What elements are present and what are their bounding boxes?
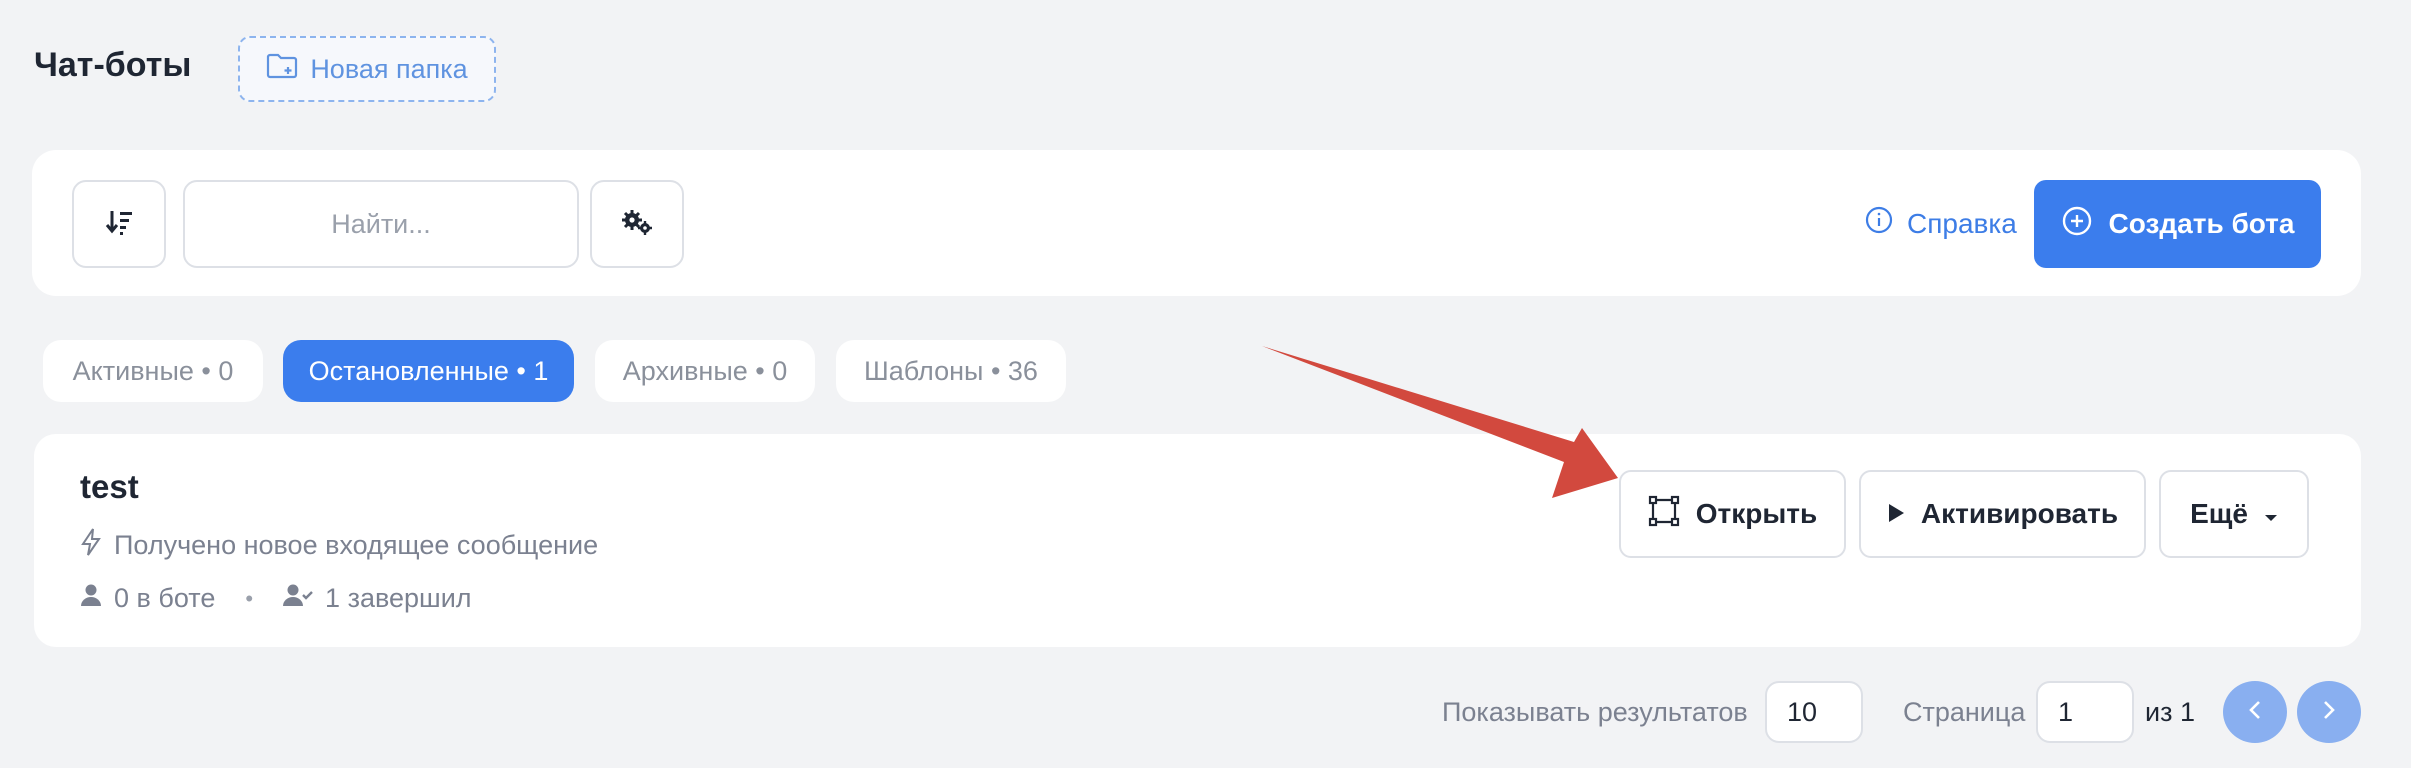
folder-plus-icon — [266, 52, 298, 87]
bot-stats: 0 в боте • 1 завершил — [80, 583, 472, 614]
tab-active[interactable]: Активные • 0 — [43, 340, 263, 402]
prev-page-button[interactable] — [2223, 681, 2287, 743]
help-label: Справка — [1907, 207, 2017, 239]
page-input[interactable] — [2036, 681, 2134, 743]
new-folder-button[interactable]: Новая папка — [238, 36, 496, 102]
create-bot-label: Создать бота — [2108, 208, 2295, 239]
page-count: из 1 — [2145, 697, 2195, 727]
finished-count: 1 завершил — [325, 583, 472, 613]
chevron-left-icon — [2248, 699, 2262, 726]
expand-frame-icon — [1648, 495, 1680, 534]
info-icon — [1865, 206, 1893, 241]
more-label: Ещё — [2190, 498, 2248, 529]
page-label: Страница — [1903, 697, 2026, 727]
results-per-page-input[interactable] — [1765, 681, 1863, 743]
chevron-right-icon — [2322, 699, 2336, 726]
tab-templates[interactable]: Шаблоны • 36 — [836, 340, 1066, 402]
search-input[interactable] — [183, 180, 579, 268]
next-page-button[interactable] — [2297, 681, 2361, 743]
user-icon — [80, 583, 102, 614]
activate-label: Активировать — [1920, 498, 2119, 529]
more-button[interactable]: Ещё — [2159, 470, 2309, 558]
bot-trigger: Получено новое входящее сообщение — [80, 527, 598, 564]
tab-archived[interactable]: Архивные • 0 — [595, 340, 815, 402]
results-per-page-label: Показывать результатов — [1442, 697, 1748, 727]
help-link[interactable]: Справка — [1865, 206, 2017, 241]
sort-icon — [104, 207, 134, 242]
separator-dot: • — [245, 585, 254, 611]
page-title: Чат-боты — [34, 46, 192, 84]
settings-button[interactable] — [590, 180, 684, 268]
activate-button[interactable]: Активировать — [1859, 470, 2146, 558]
open-button[interactable]: Открыть — [1619, 470, 1846, 558]
create-bot-button[interactable]: Создать бота — [2034, 180, 2321, 268]
plus-circle-icon — [2061, 205, 2093, 244]
new-folder-label: Новая папка — [310, 53, 468, 84]
caret-down-icon — [2264, 498, 2278, 530]
in-bot-count: 0 в боте — [114, 583, 216, 613]
sort-button[interactable] — [72, 180, 166, 268]
tab-stopped[interactable]: Остановленные • 1 — [283, 340, 574, 402]
play-icon — [1887, 498, 1905, 530]
gears-icon — [621, 208, 653, 241]
user-check-icon — [283, 583, 313, 614]
open-label: Открыть — [1695, 498, 1818, 529]
trigger-text: Получено новое входящее сообщение — [114, 530, 599, 560]
bot-name[interactable]: test — [80, 468, 139, 506]
lightning-icon — [80, 527, 102, 564]
